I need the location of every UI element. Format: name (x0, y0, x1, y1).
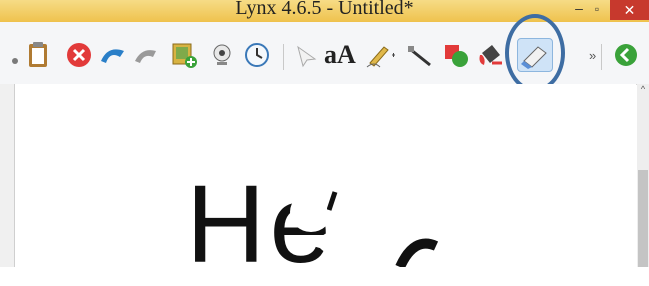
toolbar-separator (601, 44, 602, 70)
redo-button[interactable] (132, 41, 160, 69)
fill-tool-button[interactable] (476, 41, 504, 69)
text-tool-button[interactable]: aA (324, 41, 358, 69)
stroke-mark (327, 191, 338, 211)
title-bar: Lynx 4.6.5 - Untitled* – ▫ ✕ (0, 0, 649, 22)
clock-icon (245, 43, 269, 67)
scroll-up-arrow-icon[interactable]: ^ (637, 84, 649, 96)
canvas-margin (0, 84, 14, 267)
erased-area (318, 228, 388, 258)
window-title: Lynx 4.6.5 - Untitled* (235, 0, 414, 19)
webcam-icon (213, 44, 231, 65)
image-add-icon (172, 43, 197, 68)
text-icon: aA (324, 40, 356, 69)
shapes-icon (445, 45, 468, 67)
select-tool-button[interactable] (293, 41, 321, 69)
camera-button[interactable] (208, 41, 236, 69)
toolbar-grip-icon (12, 58, 18, 64)
minimize-button[interactable]: – (571, 1, 587, 16)
erased-area (290, 192, 332, 232)
toolbar-separator (283, 44, 284, 70)
timer-button[interactable] (243, 41, 271, 69)
toolbar-overflow-button[interactable]: » (589, 48, 596, 63)
line-icon (408, 46, 431, 67)
delete-button[interactable] (65, 41, 93, 69)
pen-icon (366, 46, 395, 68)
highlight-circle (505, 14, 565, 92)
undo-button[interactable] (98, 41, 126, 69)
redo-icon (135, 50, 156, 63)
pen-tool-button[interactable] (364, 41, 398, 69)
paint-bucket-icon (479, 45, 502, 65)
undo-icon (101, 49, 124, 63)
clipboard-icon (29, 42, 47, 67)
paste-button[interactable] (24, 41, 52, 69)
arrow-left-icon (615, 44, 637, 66)
stroke-mark (395, 238, 439, 267)
pointer-icon (297, 45, 317, 68)
next-button[interactable] (612, 41, 640, 69)
maximize-button[interactable]: ▫ (589, 2, 605, 16)
shapes-tool-button[interactable] (442, 41, 470, 69)
insert-image-button[interactable] (170, 41, 198, 69)
delete-icon (67, 43, 91, 67)
close-button[interactable]: ✕ (610, 0, 649, 20)
scrollbar-thumb[interactable] (638, 170, 648, 267)
line-tool-button[interactable] (406, 41, 434, 69)
